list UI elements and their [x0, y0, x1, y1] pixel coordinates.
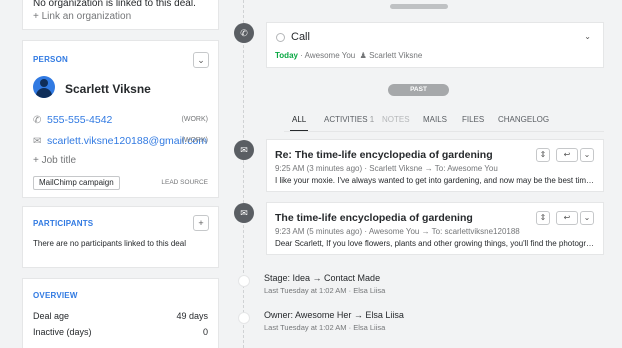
history-tabs: ALL ACTIVITIES 1 NOTES MAILS FILES CHANG… — [284, 112, 604, 132]
tab-changelog[interactable]: CHANGELOG — [498, 115, 549, 124]
email-row: ✉ scarlett.viksne120188@gmail.com (WORK) — [33, 135, 208, 149]
activity-meta: Today · Awesome You ♟ Scarlett Viksne — [275, 51, 423, 60]
activity-owner: Awesome You — [304, 51, 356, 60]
campaign-tag: MailChimp campaign — [33, 176, 120, 190]
chevron-down-icon[interactable]: ⌄ — [580, 211, 594, 225]
phone-icon: ✆ — [33, 115, 42, 126]
organization-card: No organization is linked to this deal. … — [22, 0, 219, 30]
activity-done-checkbox[interactable] — [276, 33, 285, 42]
participants-card: PARTICIPANTS + There are no participants… — [22, 206, 219, 268]
mail-icon: ✉ — [33, 136, 42, 147]
timeline-dot — [238, 275, 250, 287]
mail-card[interactable]: The time-life encyclopedia of gardening … — [266, 202, 604, 255]
deal-age-row: Deal age 49 days — [33, 311, 208, 321]
expand-button[interactable]: ⇕ — [536, 211, 550, 225]
participants-section-title: PARTICIPANTS — [33, 219, 94, 228]
mail-subject[interactable]: The time-life encyclopedia of gardening — [275, 212, 473, 224]
changelog-item: Owner: Awesome Her → Elsa Liisa Last Tue… — [264, 310, 404, 332]
chevron-down-icon[interactable]: ⌄ — [584, 32, 591, 41]
activity-contact[interactable]: Scarlett Viksne — [369, 51, 422, 60]
timeline-dot — [238, 312, 250, 324]
tabs-divider — [284, 131, 604, 132]
add-participant-button[interactable]: + — [193, 215, 209, 231]
mail-card[interactable]: Re: The time-life encyclopedia of garden… — [266, 139, 604, 192]
phone-type: (WORK) — [181, 116, 208, 123]
past-divider: PAST — [388, 84, 449, 96]
email-type: (WORK) — [181, 137, 208, 144]
mail-subject[interactable]: Re: The time-life encyclopedia of garden… — [275, 149, 493, 161]
call-activity-card[interactable]: Call ⌄ Today · Awesome You ♟ Scarlett Vi… — [266, 22, 604, 68]
change-meta: Last Tuesday at 1:02 AM · Elsa Liisa — [264, 323, 386, 332]
tab-notes[interactable]: NOTES — [382, 115, 410, 124]
change-text: Owner: Awesome Her → Elsa Liisa — [264, 310, 404, 320]
mail-meta: 9:23 AM (5 minutes ago) · Awesome You → … — [275, 227, 520, 236]
avatar — [33, 76, 55, 98]
sidebar: No organization is linked to this deal. … — [0, 0, 232, 348]
person-section-title: PERSON — [33, 55, 68, 64]
phone-row: ✆ 555-555-4542 (WORK) — [33, 114, 208, 128]
change-meta: Last Tuesday at 1:02 AM · Elsa Liisa — [264, 286, 386, 295]
mail-preview: Dear Scarlett, If you love flowers, plan… — [275, 239, 597, 248]
deal-age-label: Deal age — [33, 311, 70, 321]
chevron-down-icon: ⌄ — [197, 55, 205, 65]
inactive-days-row: Inactive (days) 0 — [33, 327, 208, 337]
link-organization-link[interactable]: + Link an organization — [33, 11, 131, 22]
phone-icon: ✆ — [234, 23, 254, 43]
deal-age-value: 49 days — [176, 311, 208, 321]
no-organization-text: No organization is linked to this deal. — [33, 0, 196, 9]
tab-files[interactable]: FILES — [462, 115, 484, 124]
mail-meta: 9:25 AM (3 minutes ago) · Scarlett Viksn… — [275, 164, 498, 173]
chevron-down-icon[interactable]: ⌄ — [580, 148, 594, 162]
activity-title[interactable]: Call — [291, 31, 310, 43]
inactive-days-label: Inactive (days) — [33, 327, 92, 337]
mail-icon: ✉ — [234, 203, 254, 223]
reply-icon[interactable]: ↩ — [556, 148, 578, 162]
overview-card: OVERVIEW Deal age 49 days Inactive (days… — [22, 278, 219, 348]
overview-section-title: OVERVIEW — [33, 291, 78, 300]
add-job-title-link[interactable]: + Job title — [33, 155, 76, 166]
tab-activities[interactable]: ACTIVITIES 1 — [324, 115, 374, 124]
mail-preview: I like your moxie. I've always wanted to… — [275, 176, 597, 185]
person-name[interactable]: Scarlett Viksne — [65, 82, 151, 96]
phone-link[interactable]: 555-555-4542 — [47, 114, 112, 126]
changelog-item: Stage: Idea → Contact Made Last Tuesday … — [264, 273, 385, 295]
participants-empty-text: There are no participants linked to this… — [33, 239, 186, 248]
person-card: PERSON ⌄ Scarlett Viksne ✆ 555-555-4542 … — [22, 40, 219, 198]
scroll-indicator — [390, 4, 448, 9]
inactive-days-value: 0 — [202, 327, 208, 337]
person-menu-button[interactable]: ⌄ — [193, 52, 209, 68]
person-icon: ♟ — [359, 51, 367, 60]
tab-mails[interactable]: MAILS — [423, 115, 447, 124]
tab-all[interactable]: ALL — [289, 115, 309, 132]
expand-button[interactable]: ⇕ — [536, 148, 550, 162]
mail-icon: ✉ — [234, 140, 254, 160]
timeline-line — [243, 0, 244, 348]
change-text: Stage: Idea → Contact Made — [264, 273, 381, 283]
reply-icon[interactable]: ↩ — [556, 211, 578, 225]
activity-due: Today — [275, 51, 298, 60]
lead-source-label: LEAD SOURCE — [161, 179, 208, 186]
